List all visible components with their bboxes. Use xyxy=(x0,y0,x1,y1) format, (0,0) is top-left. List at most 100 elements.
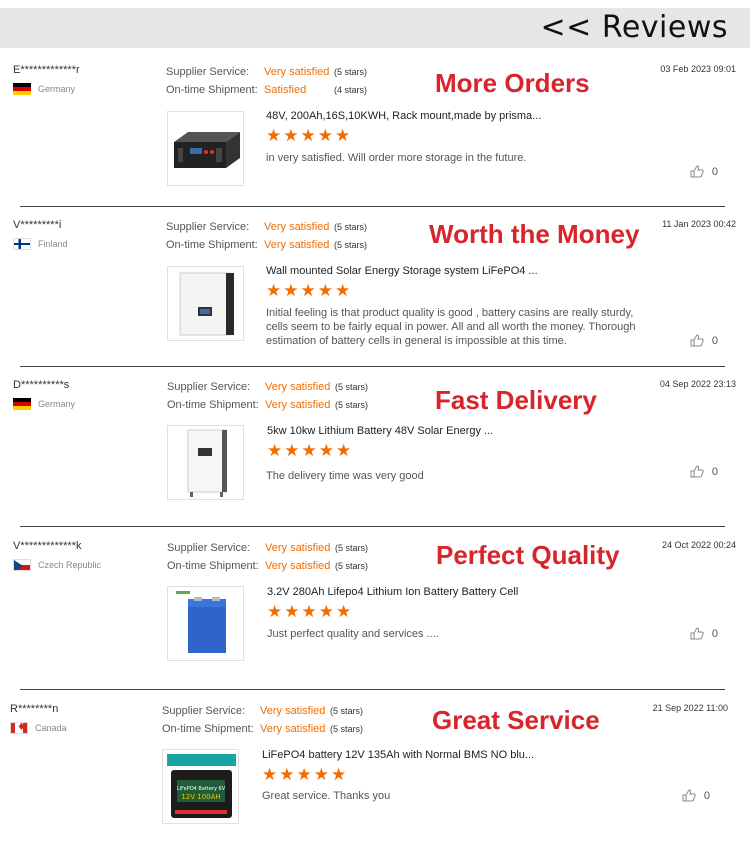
rating-value: Satisfied xyxy=(264,84,307,96)
supplier-service-rating: Supplier Service: Very satisfied (5 star… xyxy=(166,221,367,233)
czech-flag-icon xyxy=(13,559,31,571)
rating-stars-count: (5 stars) xyxy=(335,561,369,571)
country-name: Canada xyxy=(35,723,67,733)
star-icon: ★ xyxy=(262,765,278,785)
product-title-link[interactable]: 5kw 10kw Lithium Battery 48V Solar Energ… xyxy=(267,425,493,437)
shipment-rating: On-time Shipment: Very satisfied (5 star… xyxy=(166,239,367,251)
star-icon: ★ xyxy=(296,765,312,785)
review-highlight-banner: More Orders xyxy=(435,68,590,98)
supplier-service-rating: Supplier Service: Very satisfied (5 star… xyxy=(166,66,367,78)
star-icon: ★ xyxy=(267,602,283,622)
shipment-rating: On-time Shipment: Very satisfied (5 star… xyxy=(162,723,363,735)
rating-value: Very satisfied xyxy=(264,66,330,78)
rating-label: Supplier Service: xyxy=(166,221,250,233)
rating-stars-count: (5 stars) xyxy=(335,400,369,410)
review-highlight-banner: Worth the Money xyxy=(429,219,640,249)
review-comment: Just perfect quality and services .... xyxy=(267,628,439,640)
rating-label: On-time Shipment: xyxy=(167,399,259,411)
reviewer-country: Czech Republic xyxy=(13,559,101,571)
product-thumbnail[interactable] xyxy=(167,586,244,661)
product-thumbnail[interactable]: LiFePO4 Battery 6V 12V 100AH xyxy=(162,749,239,824)
rating-label: Supplier Service: xyxy=(167,542,251,554)
rating-stars-count: (5 stars) xyxy=(335,382,369,392)
product-thumbnail[interactable] xyxy=(167,111,244,186)
review-comment: in very satisfied. Will order more stora… xyxy=(266,152,527,164)
star-icon: ★ xyxy=(317,126,333,146)
review-divider xyxy=(20,366,725,367)
rating-value: Very satisfied xyxy=(265,542,331,554)
thumbs-up-icon xyxy=(690,165,704,178)
star-icon: ★ xyxy=(335,126,351,146)
product-thumbnail[interactable] xyxy=(167,266,244,341)
rating-label: On-time Shipment: xyxy=(166,84,258,96)
germany-flag-icon xyxy=(13,83,31,95)
star-icon: ★ xyxy=(301,602,317,622)
like-button[interactable]: 0 xyxy=(690,465,718,478)
star-icon: ★ xyxy=(331,765,347,785)
review-divider xyxy=(20,689,725,690)
finland-flag-icon xyxy=(13,238,31,250)
rating-stars-count: (5 stars) xyxy=(334,240,368,250)
shipment-rating: On-time Shipment: Satisfied (4 stars) xyxy=(166,84,367,96)
star-icon: ★ xyxy=(313,765,329,785)
product-title-link[interactable]: Wall mounted Solar Energy Storage system… xyxy=(266,265,538,277)
review-star-rating: ★ ★ ★ ★ ★ xyxy=(267,604,351,621)
thumbs-up-icon xyxy=(690,627,704,640)
reviewer-country: Finland xyxy=(13,238,68,250)
like-button[interactable]: 0 xyxy=(682,789,710,802)
like-button[interactable]: 0 xyxy=(690,627,718,640)
rating-value: Very satisfied xyxy=(260,723,326,735)
star-icon: ★ xyxy=(267,441,283,461)
review-star-rating: ★ ★ ★ ★ ★ xyxy=(262,767,346,784)
rating-label: On-time Shipment: xyxy=(162,723,254,735)
thumbs-up-icon xyxy=(682,789,696,802)
wall-battery-image xyxy=(179,272,234,336)
star-icon: ★ xyxy=(301,441,317,461)
star-icon: ★ xyxy=(283,126,299,146)
like-count: 0 xyxy=(711,165,718,178)
like-count: 0 xyxy=(711,627,718,640)
rating-value: Very satisfied xyxy=(260,705,326,717)
star-icon: ★ xyxy=(266,126,282,146)
reviewer-country: Canada xyxy=(10,722,67,734)
shipment-rating: On-time Shipment: Very satisfied (5 star… xyxy=(167,399,368,411)
rating-stars-count: (5 stars) xyxy=(334,67,368,77)
review-date: 24 Oct 2022 00:24 xyxy=(661,540,736,550)
star-icon: ★ xyxy=(284,602,300,622)
review-star-rating: ★ ★ ★ ★ ★ xyxy=(266,283,350,300)
star-icon: ★ xyxy=(300,126,316,146)
product-title-link[interactable]: LiFePO4 battery 12V 135Ah with Normal BM… xyxy=(262,749,534,761)
product-title-link[interactable]: 3.2V 280Ah Lifepo4 Lithium Ion Battery B… xyxy=(267,586,518,598)
star-icon: ★ xyxy=(317,281,333,301)
country-name: Germany xyxy=(38,399,76,409)
star-icon: ★ xyxy=(318,602,334,622)
battery-spec-text: 12V 100AH xyxy=(181,793,220,801)
rating-value: Very satisfied xyxy=(265,381,331,393)
review-comment: Initial feeling is that product quality … xyxy=(266,307,636,347)
shipment-rating: On-time Shipment: Very satisfied (5 star… xyxy=(167,560,368,572)
reviews-back-link[interactable]: << Reviews xyxy=(541,10,728,45)
reviewer-name: V*********i xyxy=(13,219,62,231)
review-highlight-banner: Great Service xyxy=(432,705,600,735)
reviewer-name: D**********s xyxy=(13,379,70,391)
rating-stars-count: (5 stars) xyxy=(335,543,369,553)
like-button[interactable]: 0 xyxy=(690,334,718,347)
reviewer-name: R********n xyxy=(10,703,59,715)
rating-stars-count: (5 stars) xyxy=(334,222,368,232)
review-date: 21 Sep 2022 11:00 xyxy=(652,703,728,713)
rating-label: Supplier Service: xyxy=(162,705,246,717)
review-star-rating: ★ ★ ★ ★ ★ xyxy=(266,128,350,145)
star-icon: ★ xyxy=(266,281,282,301)
supplier-service-rating: Supplier Service: Very satisfied (5 star… xyxy=(167,542,368,554)
reviewer-name: E*************r xyxy=(13,64,80,76)
rating-label: Supplier Service: xyxy=(167,381,251,393)
review-item: D**********s Germany Supplier Service: V… xyxy=(0,379,750,539)
product-title-link[interactable]: 48V, 200Ah,16S,10KWH, Rack mount,made by… xyxy=(266,110,541,122)
thumbs-up-icon xyxy=(690,465,704,478)
star-icon: ★ xyxy=(283,281,299,301)
thumbs-up-icon xyxy=(690,334,704,347)
product-thumbnail[interactable] xyxy=(167,425,244,500)
like-button[interactable]: 0 xyxy=(690,165,718,178)
rack-battery-image xyxy=(174,132,240,168)
like-count: 0 xyxy=(711,465,718,478)
